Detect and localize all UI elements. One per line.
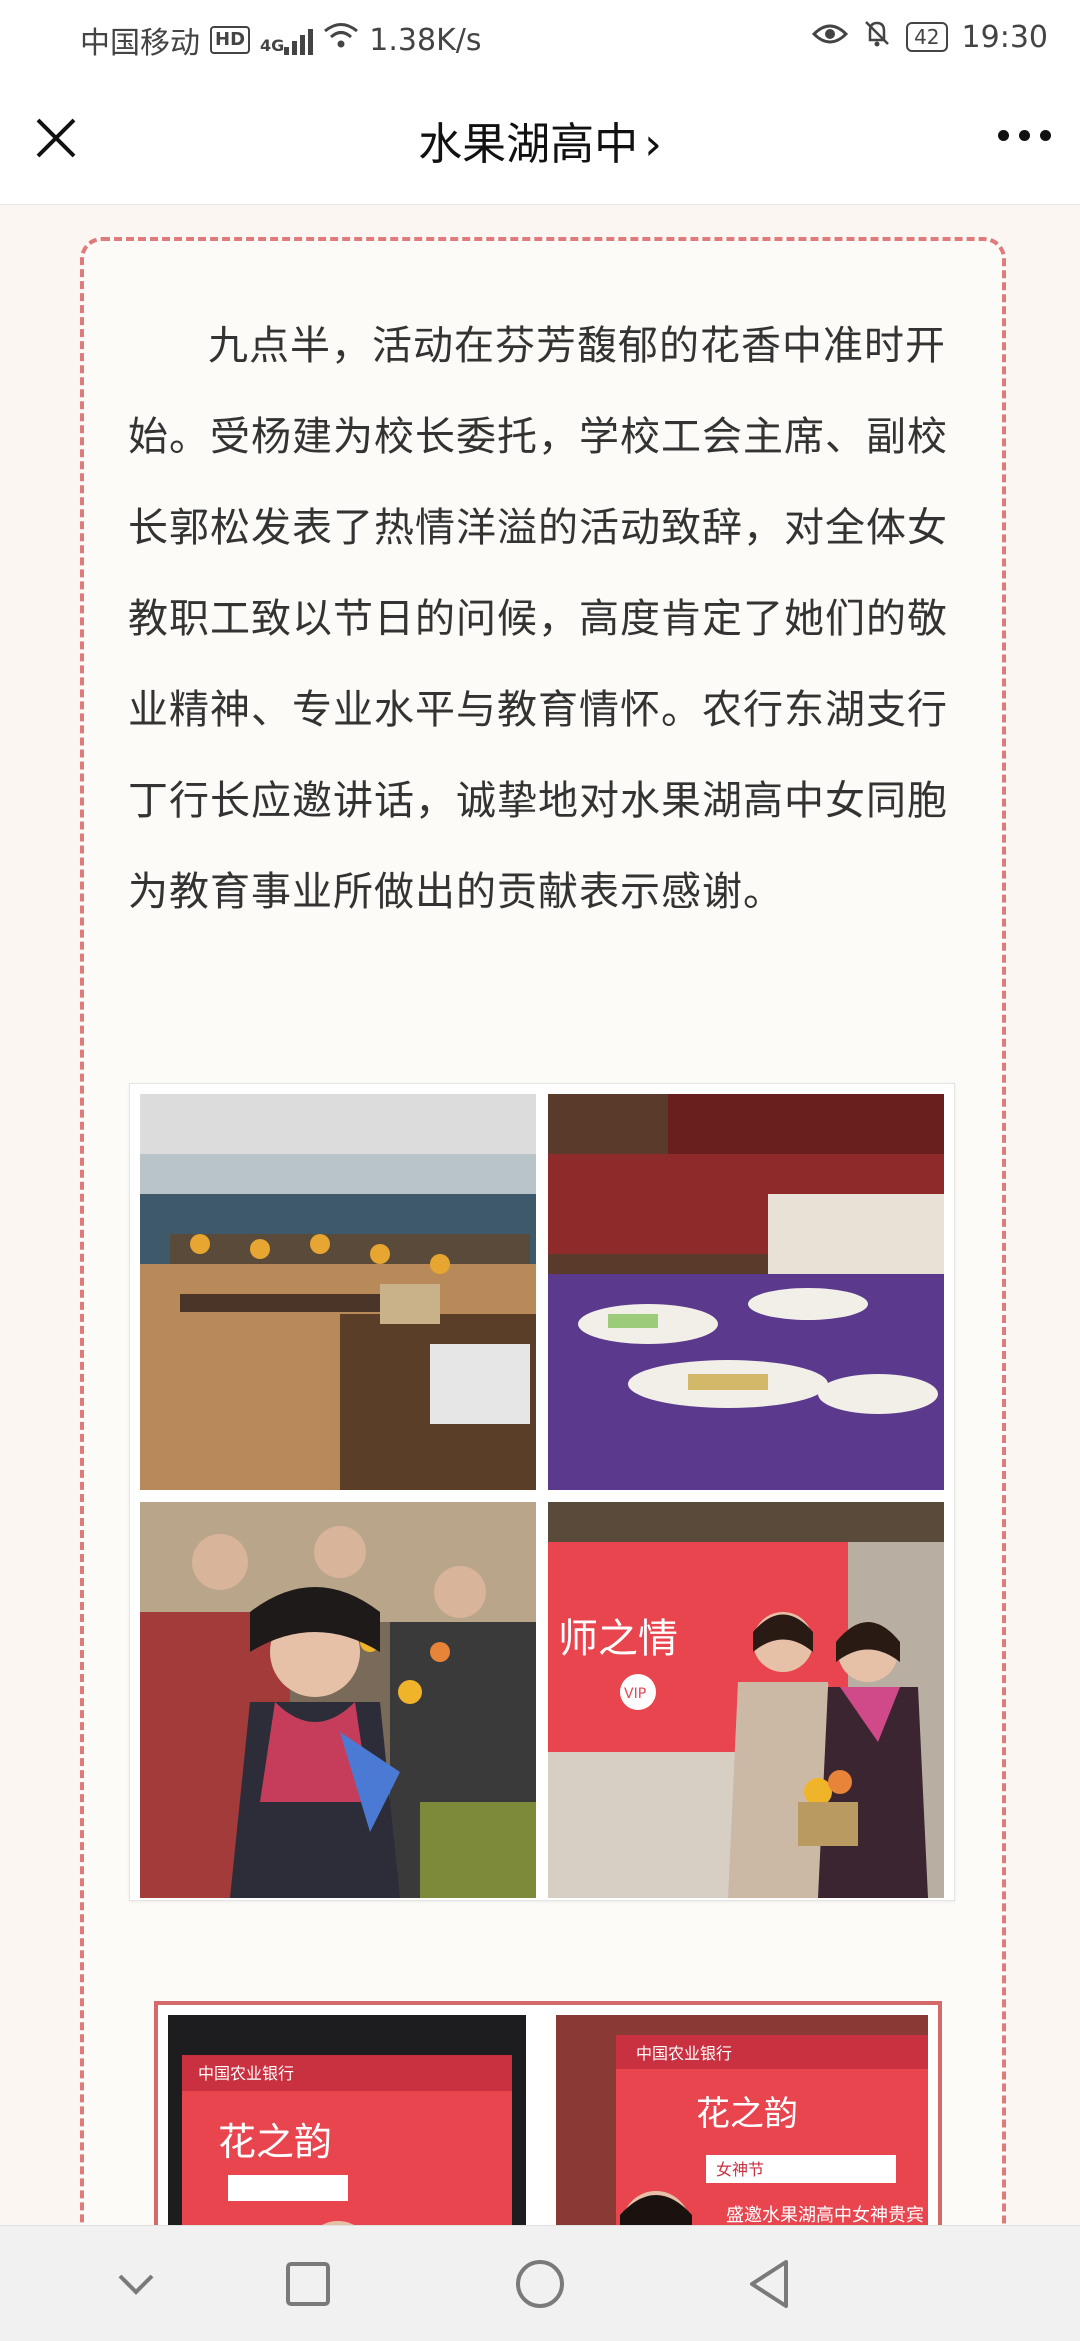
photo-speakers-frame: 中国农业银行 花之韵 中国农业银行 花之韵 女神节 盛邀水果湖高中女神贵宾 [154,2001,942,2225]
photo-event-banner[interactable]: 师之情 VIP [548,1502,944,1898]
banner-title-text: 师之情 [558,1616,678,1662]
banner-bank-text-1: 中国农业银行 [198,2064,294,2083]
status-left: 中国移动 HD 4G 1.38K/s [80,18,482,62]
photo-classroom[interactable] [140,1094,536,1490]
eye-icon [811,20,849,55]
title-text: 水果湖高中 [418,119,639,170]
photo-male-speaker[interactable]: 中国农业银行 花之韵 [168,2015,526,2225]
battery-icon: 42 [906,22,948,52]
banner-vip-text: VIP [624,1686,646,1702]
banner-sub-text: 女神节 [716,2160,764,2179]
photo-desserts[interactable] [548,1094,944,1490]
chevron-right-icon: › [644,119,662,170]
signal-icon: 4G [260,25,314,55]
article-content: 九点半，活动在芬芳馥郁的花香中准时开始。受杨建为校长委托，学校工会主席、副校长郭… [0,205,1080,2225]
collapse-icon[interactable] [106,2254,166,2314]
photo-female-speaker[interactable]: 中国农业银行 花之韵 女神节 盛邀水果湖高中女神贵宾 [556,2015,928,2225]
hd-badge: HD [210,26,251,54]
mute-icon [862,18,892,56]
clock: 19:30 [961,19,1048,55]
home-icon[interactable] [510,2254,570,2314]
carrier-label: 中国移动 [80,26,200,61]
recent-icon[interactable] [278,2254,338,2314]
article-card: 九点半，活动在芬芳馥郁的花香中准时开始。受杨建为校长委托，学校工会主席、副校长郭… [80,237,1006,2225]
page-title[interactable]: 水果湖高中 › [0,108,1080,172]
article-paragraph: 九点半，活动在芬芳馥郁的花香中准时开始。受杨建为校长委托，学校工会主席、副校长郭… [128,323,948,915]
status-bar: 中国移动 HD 4G 1.38K/s 42 19:30 [0,0,1080,74]
banner-bank-text-2: 中国农业银行 [636,2044,732,2063]
banner-line-text: 盛邀水果湖高中女神贵宾 [726,2205,924,2225]
network-label: 4G [260,36,285,55]
banner-title-text-1: 花之韵 [218,2120,332,2164]
back-icon[interactable] [740,2254,800,2314]
system-nav-bar [0,2225,1080,2341]
photo-teacher-flowers[interactable] [140,1502,536,1898]
network-speed: 1.38K/s [369,22,482,58]
wifi-icon [323,22,359,58]
more-icon[interactable] [994,120,1054,150]
banner-title-text-3: 花之韵 [696,2094,798,2134]
status-right: 42 19:30 [811,18,1048,56]
photo-collage[interactable]: 师之情 VIP [129,1083,955,1901]
app-header: 水果湖高中 › [0,74,1080,205]
